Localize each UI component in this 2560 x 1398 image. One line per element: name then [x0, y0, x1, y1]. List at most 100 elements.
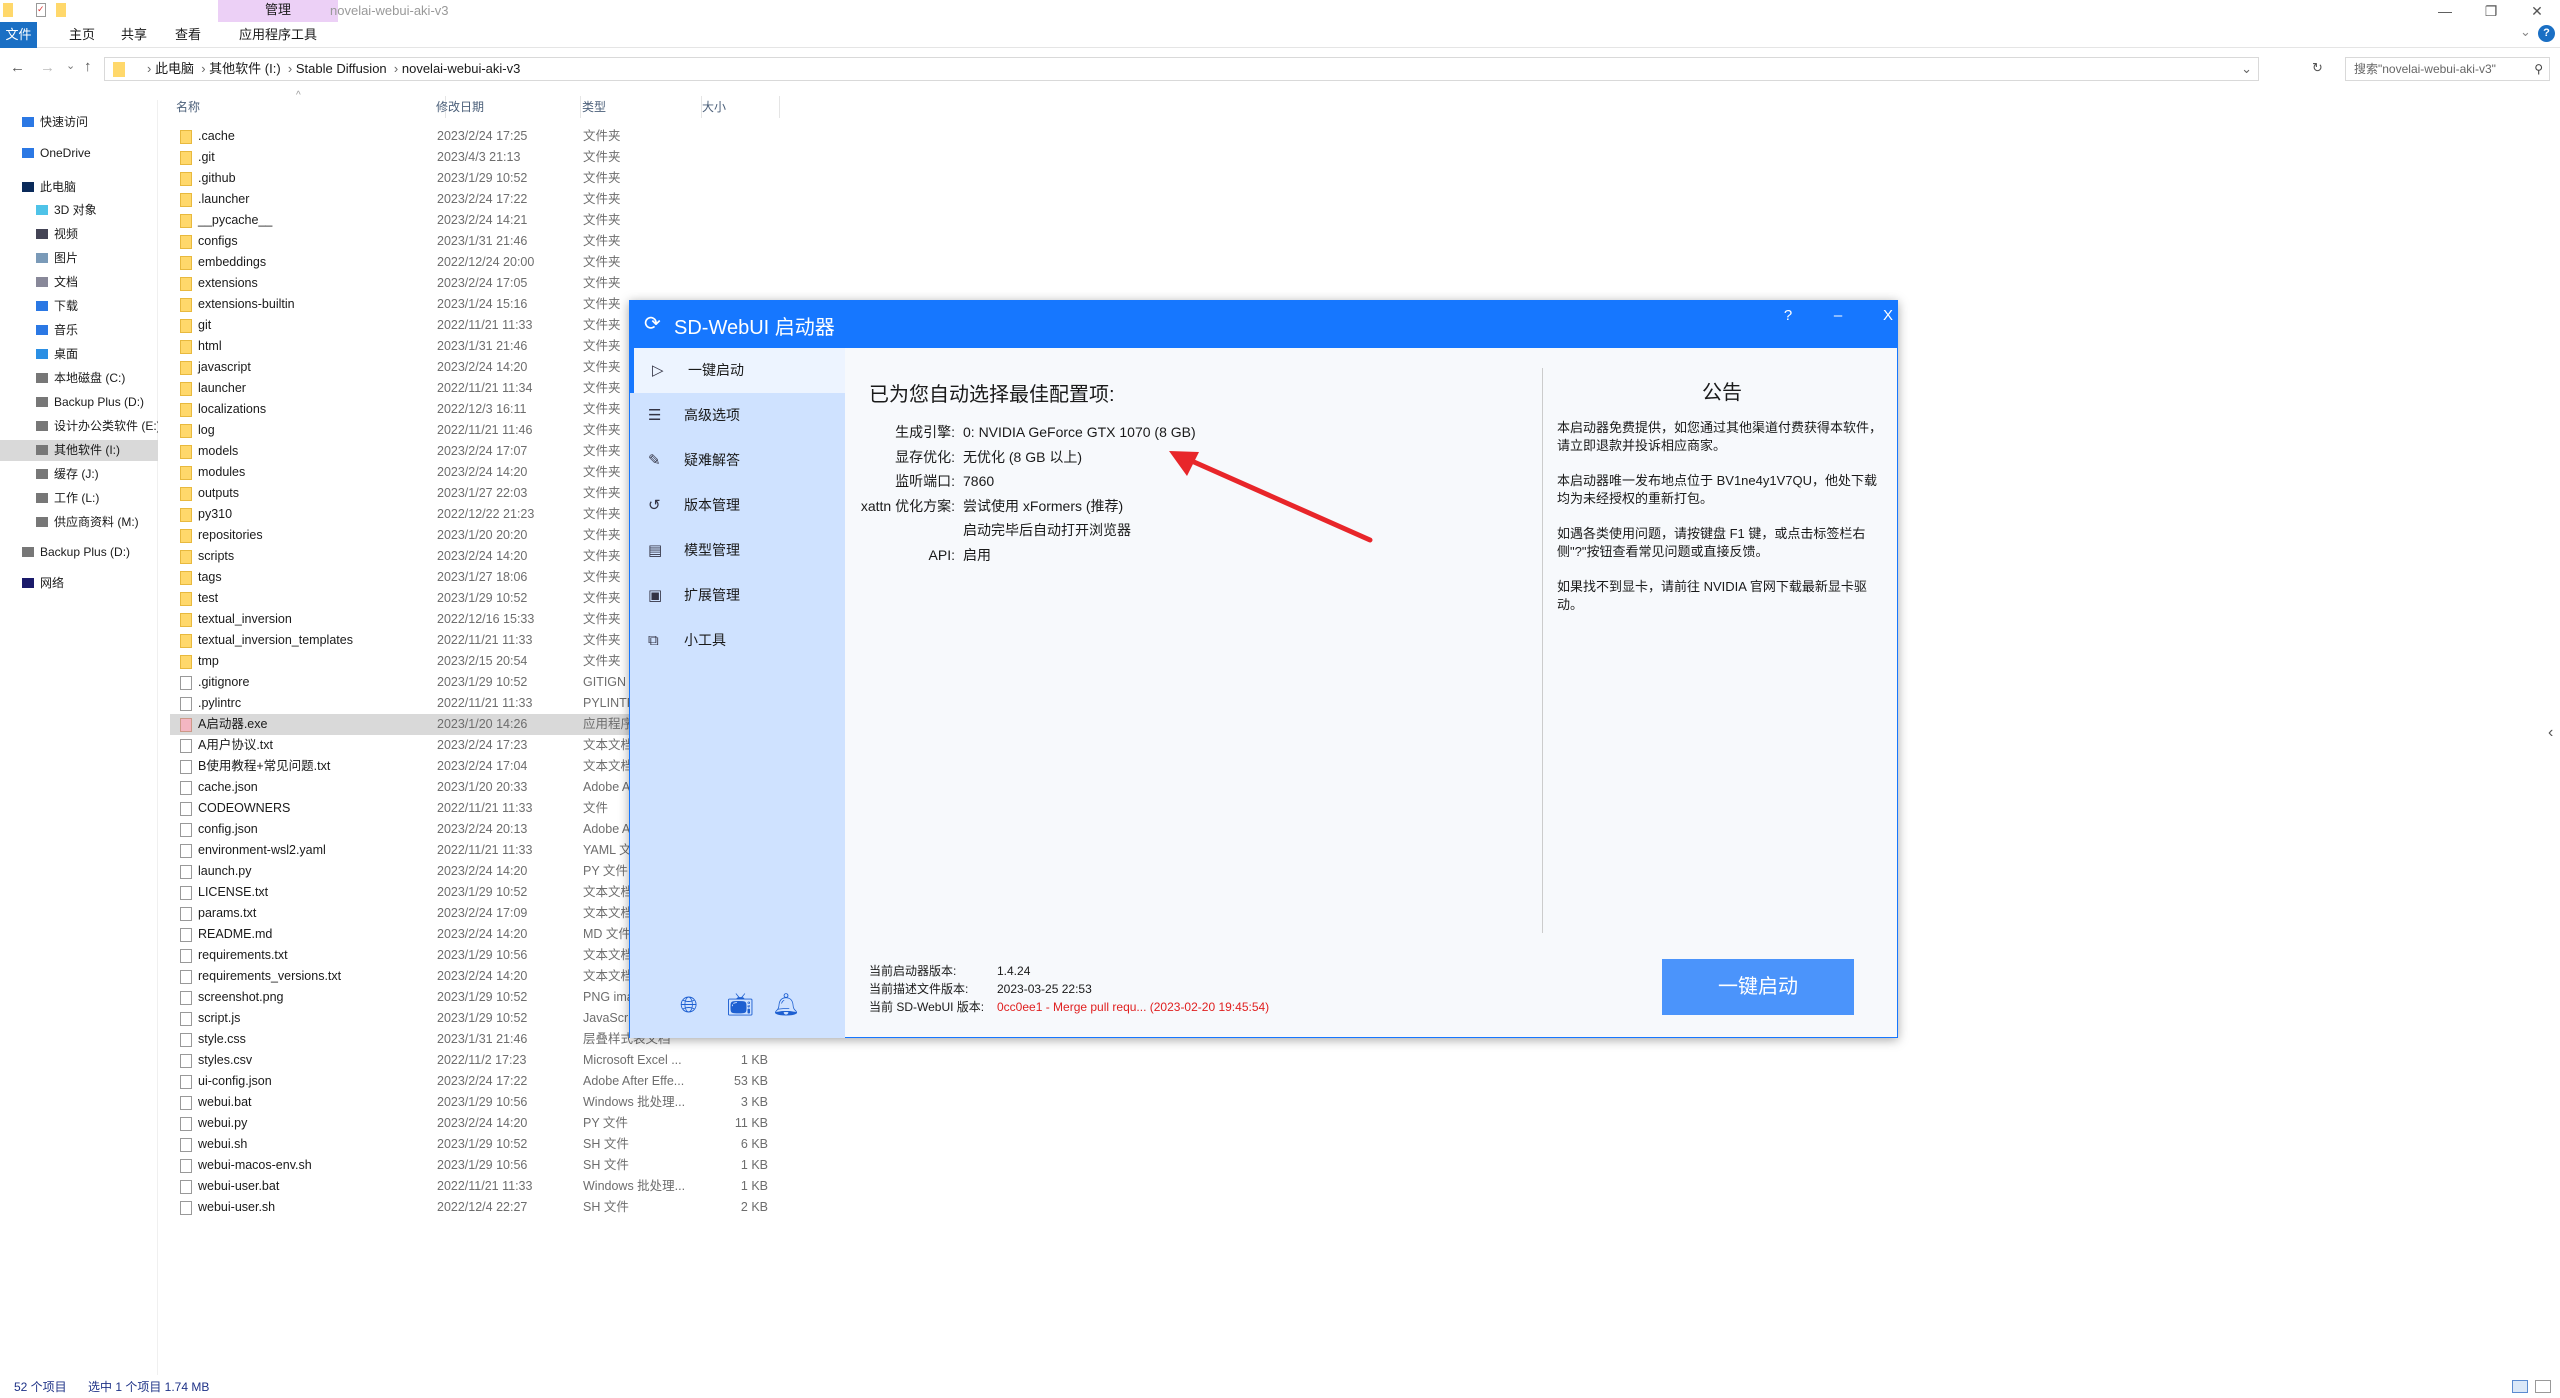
nav-item[interactable]: 3D 对象 [0, 200, 158, 221]
column-name[interactable]: 名称 [176, 96, 446, 118]
file-row[interactable]: webui-macos-env.sh 2023/1/29 10:56 SH 文件 1 … [170, 1155, 780, 1176]
file-name: log [198, 423, 215, 437]
dialog-menu-item[interactable]: ✎ 疑难解答 [630, 438, 845, 483]
minimize-button[interactable]: — [2422, 0, 2468, 22]
tab-home[interactable]: 主页 [60, 22, 104, 48]
nav-item[interactable]: 本地磁盘 (C:) [0, 368, 158, 389]
nav-item[interactable]: 文档 [0, 272, 158, 293]
qq-icon[interactable]: 🔔︎ [772, 992, 800, 1018]
column-type[interactable]: 类型 [582, 96, 702, 118]
nav-item[interactable]: 快速访问 [0, 112, 158, 133]
tools-icon: ⧉ [648, 632, 659, 649]
thumbnail-view-icon[interactable] [2535, 1380, 2551, 1393]
new-folder-icon[interactable] [56, 3, 66, 17]
red-arrow-annotation [1169, 451, 1373, 543]
file-name: configs [198, 234, 238, 248]
properties-icon[interactable]: ✓ [36, 3, 46, 17]
file-row[interactable]: extensions 2023/2/24 17:05 文件夹 [170, 273, 780, 294]
breadcrumb-stable-diffusion[interactable]: Stable Diffusion [296, 61, 387, 76]
file-row[interactable]: __pycache__ 2023/2/24 14:21 文件夹 [170, 210, 780, 231]
folder-icon [180, 382, 192, 396]
nav-item[interactable]: 下载 [0, 296, 158, 317]
breadcrumb-drive[interactable]: 其他软件 (I:) [209, 61, 281, 76]
collapse-pane-icon[interactable]: ‹ [2548, 724, 2553, 742]
nav-item[interactable]: 其他软件 (I:) [0, 440, 158, 461]
file-row[interactable]: .cache 2023/2/24 17:25 文件夹 [170, 126, 780, 147]
file-row[interactable]: webui.sh 2023/1/29 10:52 SH 文件 6 KB [170, 1134, 780, 1155]
search-input[interactable]: 搜索"novelai-webui-aki-v3" ⚲ [2345, 57, 2550, 81]
one-click-launch-button[interactable]: 一键启动 [1662, 959, 1854, 1015]
file-type: 文件夹 [583, 549, 621, 563]
notice-title: 公告 [1702, 382, 1742, 404]
tab-view[interactable]: 查看 [166, 22, 210, 48]
ribbon-expand-icon[interactable]: ⌄ [2520, 24, 2531, 40]
recent-chevron-icon[interactable]: ⌄ [66, 59, 75, 72]
dialog-close-button[interactable]: X [1873, 307, 1903, 324]
history-icon: ↺ [648, 497, 661, 514]
file-date: 2023/1/29 10:52 [437, 171, 528, 185]
file-row[interactable]: .launcher 2023/2/24 17:22 文件夹 [170, 189, 780, 210]
file-row[interactable]: styles.csv 2022/11/2 17:23 Microsoft Excel… [170, 1050, 780, 1071]
forward-icon[interactable]: → [40, 59, 55, 76]
refresh-icon[interactable]: ↻ [2312, 60, 2323, 76]
maximize-button[interactable]: ❐ [2468, 0, 2514, 22]
address-dropdown-icon[interactable]: ⌄ [2241, 58, 2252, 80]
breadcrumb-this-pc[interactable]: 此电脑 [155, 61, 194, 76]
file-name: tmp [198, 654, 219, 668]
nav-item[interactable]: 音乐 [0, 320, 158, 341]
dialog-menu-item[interactable]: ↺ 版本管理 [630, 483, 845, 528]
file-row[interactable]: ui-config.json 2023/2/24 17:22 Adobe After… [170, 1071, 780, 1092]
nav-item[interactable]: 网络 [0, 573, 158, 594]
file-row[interactable]: .git 2023/4/3 21:13 文件夹 [170, 147, 780, 168]
tab-file[interactable]: 文件 [0, 22, 37, 48]
help-icon[interactable]: ? [2538, 25, 2555, 42]
nav-item[interactable]: 桌面 [0, 344, 158, 365]
file-row[interactable]: configs 2023/1/31 21:46 文件夹 [170, 231, 780, 252]
file-row[interactable]: webui-user.sh 2022/12/4 22:27 SH 文件 2 KB [170, 1197, 780, 1218]
nav-item-label: 设计办公类软件 (E:) [54, 419, 158, 433]
file-date: 2023/2/24 14:20 [437, 465, 528, 479]
nav-item-label: 文档 [54, 275, 79, 289]
file-icon [180, 949, 192, 963]
nav-item[interactable]: Backup Plus (D:) [0, 392, 158, 413]
dialog-minimize-button[interactable]: – [1823, 307, 1853, 324]
dialog-menu-item[interactable]: ▣ 扩展管理 [630, 573, 845, 618]
nav-item[interactable]: 缓存 (J:) [0, 464, 158, 485]
back-icon[interactable]: ← [10, 59, 25, 76]
nav-item[interactable]: 视频 [0, 224, 158, 245]
dialog-menu-item[interactable]: ⧉ 小工具 [630, 618, 845, 663]
up-icon[interactable]: ↑ [84, 58, 92, 75]
tab-share[interactable]: 共享 [112, 22, 156, 48]
tab-app-tools[interactable]: 应用程序工具 [218, 22, 338, 48]
file-row[interactable]: webui.bat 2023/1/29 10:56 Windows 批处理... 3 … [170, 1092, 780, 1113]
dialog-help-button[interactable]: ? [1773, 307, 1803, 324]
nav-item[interactable]: Backup Plus (D:) [0, 542, 158, 563]
bilibili-icon[interactable]: 📺︎ [726, 992, 754, 1018]
nav-item[interactable]: OneDrive [0, 143, 158, 164]
file-row[interactable]: embeddings 2022/12/24 20:00 文件夹 [170, 252, 780, 273]
column-date[interactable]: 修改日期 [436, 96, 581, 118]
nav-item[interactable]: 工作 (L:) [0, 488, 158, 509]
file-type: 文件夹 [583, 339, 621, 353]
dialog-menu-item[interactable]: ▤ 模型管理 [630, 528, 845, 573]
details-view-icon[interactable] [2512, 1380, 2528, 1393]
file-row[interactable]: webui-user.bat 2022/11/21 11:33 Windows 批处… [170, 1176, 780, 1197]
column-size[interactable]: 大小 [700, 96, 780, 118]
file-date: 2023/1/20 14:26 [437, 717, 528, 731]
breadcrumb-current[interactable]: novelai-webui-aki-v3 [402, 61, 521, 76]
nav-item-label: 视频 [54, 227, 79, 241]
nav-item[interactable]: 图片 [0, 248, 158, 269]
nav-item[interactable]: 设计办公类软件 (E:) [0, 416, 158, 437]
close-button[interactable]: ✕ [2514, 0, 2560, 22]
file-row[interactable]: webui.py 2023/2/24 14:20 PY 文件 11 KB [170, 1113, 780, 1134]
address-bar[interactable]: › 此电脑 › 其他软件 (I:) › Stable Diffusion › n… [104, 57, 2259, 81]
dialog-menu-item[interactable]: ☰ 高级选项 [630, 393, 845, 438]
globe-icon[interactable]: 🌐︎ [680, 992, 698, 1018]
manage-context-tab[interactable]: 管理 [218, 0, 338, 22]
file-icon [180, 1138, 192, 1152]
file-name: py310 [198, 507, 233, 521]
nav-item[interactable]: 供应商资料 (M:) [0, 512, 158, 533]
file-row[interactable]: .github 2023/1/29 10:52 文件夹 [170, 168, 780, 189]
nav-item[interactable]: 此电脑 [0, 177, 158, 198]
dialog-menu-item[interactable]: ▷ 一键启动 [630, 348, 845, 393]
